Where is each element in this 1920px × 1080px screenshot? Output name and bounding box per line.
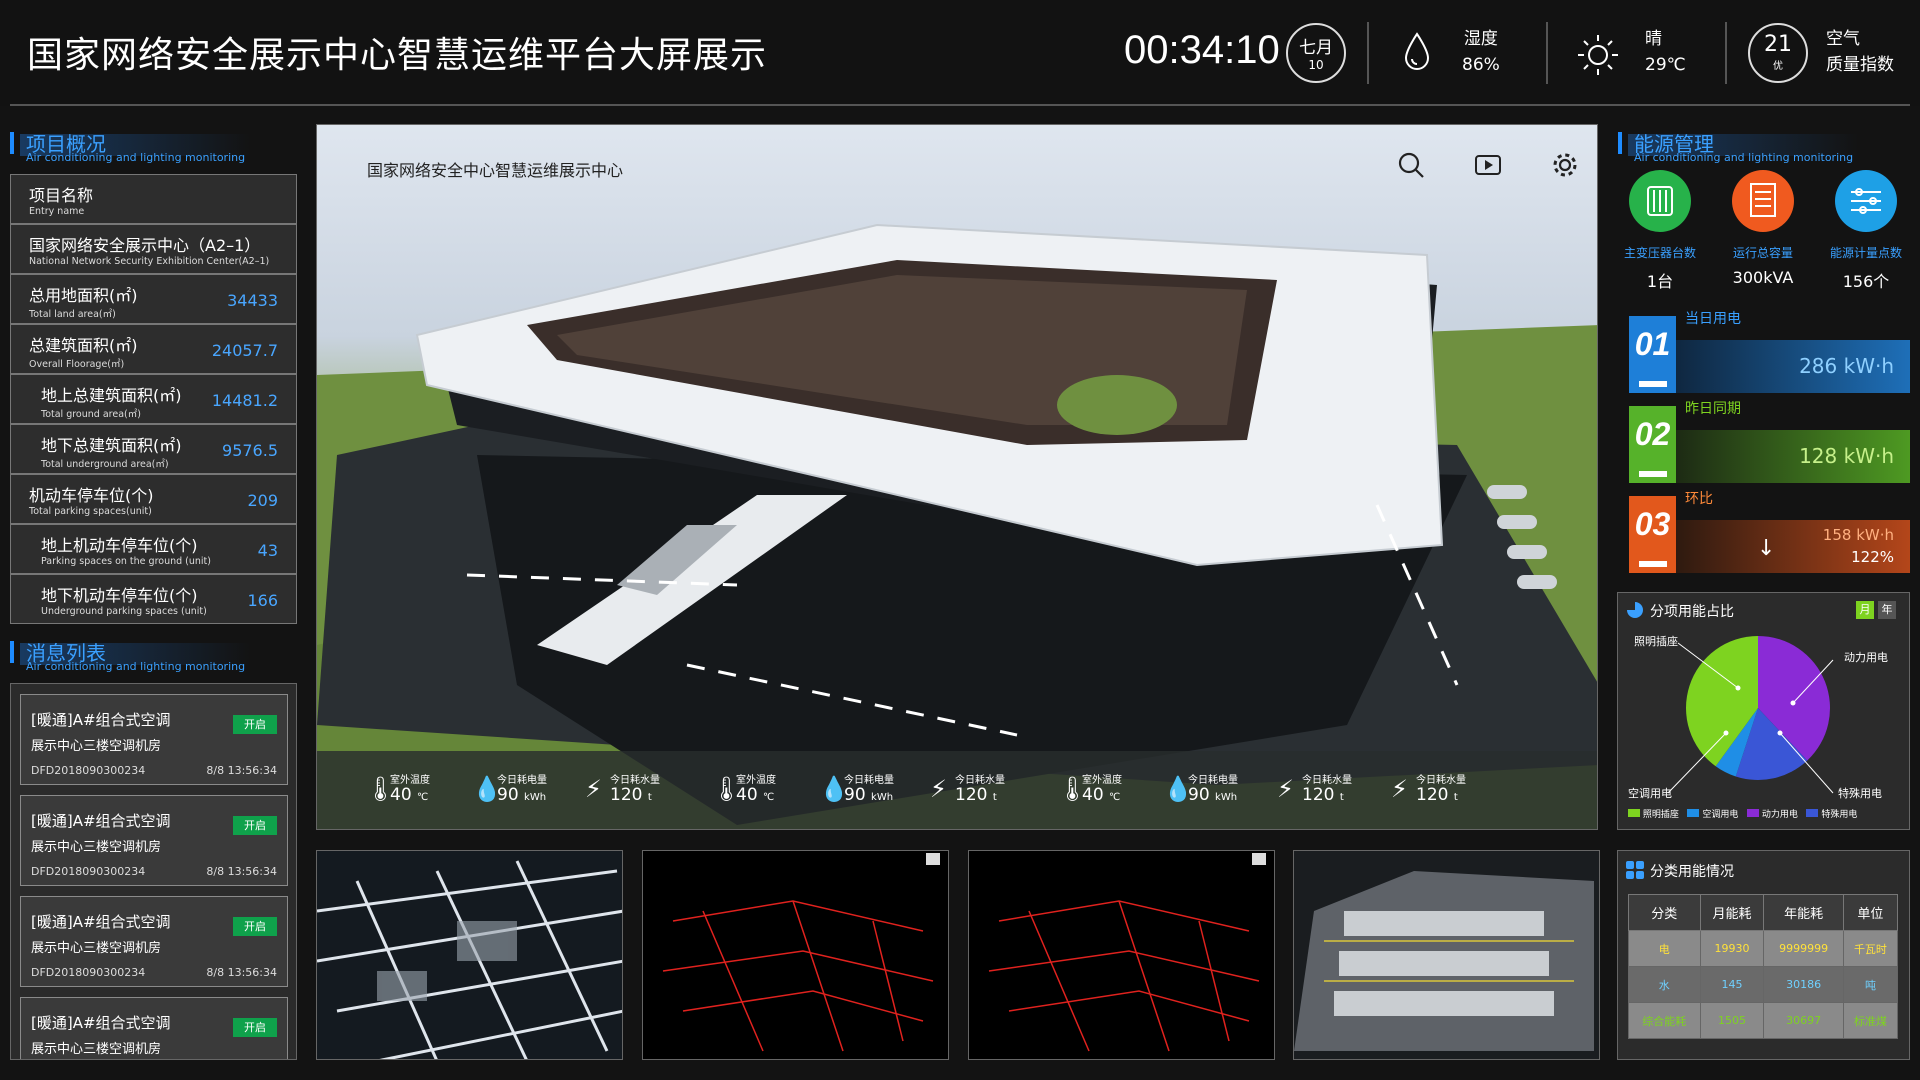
yesterday-usage-card: 02 昨日同期 128 kW·h [1617, 400, 1910, 483]
messages-subtitle: Air conditioning and lighting monitoring [26, 660, 246, 673]
callout-label: 照明插座 [1634, 635, 1678, 648]
project-row: 地下机动车停车位(个) Underground parking spaces (u… [10, 574, 297, 624]
callout-dot [1723, 730, 1729, 736]
status-badge: 开启 [233, 816, 277, 835]
callout-label: 特殊用电 [1838, 787, 1882, 800]
callout-label: 空调用电 [1628, 787, 1672, 800]
table-row: 综合能耗 1505 30697 标准煤 [1628, 1002, 1899, 1039]
thumbnail-red-pipes-1[interactable] [642, 850, 949, 1060]
clock: 00:34:10 [1124, 28, 1280, 72]
project-table: 项目名称 Entry name 国家网络安全展示中心（A2–1） National … [10, 174, 297, 624]
message-card[interactable]: [暖通]A#组合式空调 开启 展示中心三楼空调机房 DFD2018090300234… [20, 795, 288, 886]
message-card[interactable]: [暖通]A#组合式空调 开启 展示中心三楼空调机房 [20, 997, 288, 1059]
project-row: 机动车停车位(个) Total parking spaces(unit) 209 [10, 474, 297, 524]
project-row: 地下总建筑面积(㎡) Total underground area(㎡) 9576.… [10, 424, 297, 474]
table-header-row: 分类 月能耗 年能耗 单位 [1628, 894, 1899, 931]
divider [1546, 22, 1548, 84]
sun-icon [1578, 35, 1618, 75]
table-title: 分类用能情况 [1650, 864, 1734, 880]
project-row: 地上总建筑面积(㎡) Total ground area(㎡) 14481.2 [10, 374, 297, 424]
gear-icon[interactable] [1551, 151, 1579, 179]
weather-label: 晴 [1645, 29, 1662, 49]
divider [1367, 22, 1369, 84]
humidity-block: 湿度 86% [1462, 26, 1500, 78]
aqi-label-block: 空气 质量指数 [1826, 26, 1894, 78]
callout-dot [1790, 700, 1796, 706]
aqi-badge: 21 优 [1748, 23, 1808, 83]
project-row: 国家网络安全展示中心（A2–1） National Network Securit… [10, 224, 297, 274]
header: 国家网络安全展示中心智慧运维平台大屏展示 00:34:10 七月 10 湿度 8… [0, 0, 1920, 106]
project-row: 地上机动车停车位(个) Parking spaces on the ground … [10, 524, 297, 574]
callout-label: 动力用电 [1844, 651, 1888, 664]
aqi-quality: 优 [1773, 61, 1783, 72]
divider [1725, 22, 1727, 84]
status-badge: 开启 [233, 1018, 277, 1037]
table-row: 水 145 30186 吨 [1628, 966, 1899, 1003]
status-badge: 开启 [233, 917, 277, 936]
aqi-label-1: 空气 [1826, 29, 1860, 49]
category-usage-panel: 分类用能情况 分类 月能耗 年能耗 单位 电 19930 9999999 千瓦时 水 145 3… [1617, 850, 1910, 1060]
energy-split-panel: 分项用能占比 月 年 照明插座 动力用电 空调用电 特殊用电 照明插座 空调用电… [1617, 592, 1910, 830]
metrics-bar: 🌡 室外温度 40 ℃ 💧 今日耗电量 90 kWh ⚡ 今日耗水量 120 t 🌡 室外温度… [317, 751, 1597, 829]
scene-title: 国家网络安全中心智慧运维展示中心 [367, 161, 624, 180]
date-badge: 七月 10 [1286, 23, 1346, 83]
today-usage-card: 01 当日用电 286 kW·h [1617, 310, 1910, 393]
expand-icon[interactable] [926, 853, 940, 865]
message-card[interactable]: [暖通]A#组合式空调 开启 展示中心三楼空调机房 DFD2018090300234… [20, 896, 288, 987]
humidity-icon [1404, 32, 1430, 70]
expand-icon[interactable] [1252, 853, 1266, 865]
project-row: 总用地面积(㎡) Total land area(㎡) 34433 [10, 274, 297, 324]
callout-dot [1777, 730, 1783, 736]
play-video-icon[interactable] [1474, 151, 1502, 179]
project-row: 项目名称 Entry name [10, 174, 297, 224]
message-list[interactable]: [暖通]A#组合式空调 开启 展示中心三楼空调机房 DFD2018090300234… [10, 683, 297, 1060]
building-3d-view[interactable]: 国家网络安全中心智慧运维展示中心 🌡 室外温度 40 ℃ 💧 今日耗电量 90 kWh … [316, 124, 1598, 830]
month: 七月 [1299, 38, 1333, 58]
callout-dot [1735, 685, 1741, 691]
aqi-label-2: 质量指数 [1826, 55, 1894, 75]
ratio-card: 03 环比 ↓ 158 kW·h 122% [1617, 490, 1910, 573]
thumbnail-parking-model[interactable] [1293, 850, 1600, 1060]
page-title: 国家网络安全展示中心智慧运维平台大屏展示 [27, 35, 768, 76]
aqi-value: 21 [1764, 32, 1792, 57]
bolt-icon: ⚡ [1391, 775, 1408, 803]
transformer-icon: 主变压器台数 1台 [1624, 170, 1696, 291]
energy-subtitle: Air conditioning and lighting monitoring [1634, 151, 1854, 164]
humidity-value: 86% [1462, 55, 1500, 75]
bolt-icon: ⚡ [1277, 775, 1294, 803]
table-row: 电 19930 9999999 千瓦时 [1628, 930, 1899, 967]
humidity-label: 湿度 [1463, 29, 1498, 49]
temperature: 29℃ [1645, 55, 1686, 75]
pie-legend: 照明插座 空调用电 动力用电 特殊用电 [1628, 807, 1908, 820]
capacity-icon: 运行总容量 300kVA [1732, 170, 1794, 287]
bolt-icon: ⚡ [930, 775, 947, 803]
thumbnail-red-pipes-2[interactable] [968, 850, 1275, 1060]
search-icon[interactable] [1397, 151, 1425, 179]
bolt-icon: ⚡ [585, 775, 602, 803]
arrow-down-icon: ↓ [1757, 536, 1776, 561]
project-row: 总建筑面积(㎡) Overall Floorage(㎡) 24057.7 [10, 324, 297, 374]
day: 10 [1308, 58, 1324, 72]
energy-summary: 主变压器台数 1台 运行总容量 300kVA 能源计量点数 156个 [1618, 170, 1910, 300]
grid-icon [1626, 861, 1644, 879]
thumbnail-pipe-model[interactable] [316, 850, 623, 1060]
category-table: 分类 月能耗 年能耗 单位 电 19930 9999999 千瓦时 水 145 30186 吨 综… [1628, 894, 1899, 1039]
weather-block: 晴 29℃ [1645, 26, 1686, 78]
header-divider [10, 104, 1910, 106]
status-badge: 开启 [233, 715, 277, 734]
message-card[interactable]: [暖通]A#组合式空调 开启 展示中心三楼空调机房 DFD2018090300234… [20, 694, 288, 785]
meter-icon: 能源计量点数 156个 [1830, 170, 1902, 291]
building-model [317, 223, 1597, 829]
project-subtitle: Air conditioning and lighting monitoring [26, 151, 246, 164]
